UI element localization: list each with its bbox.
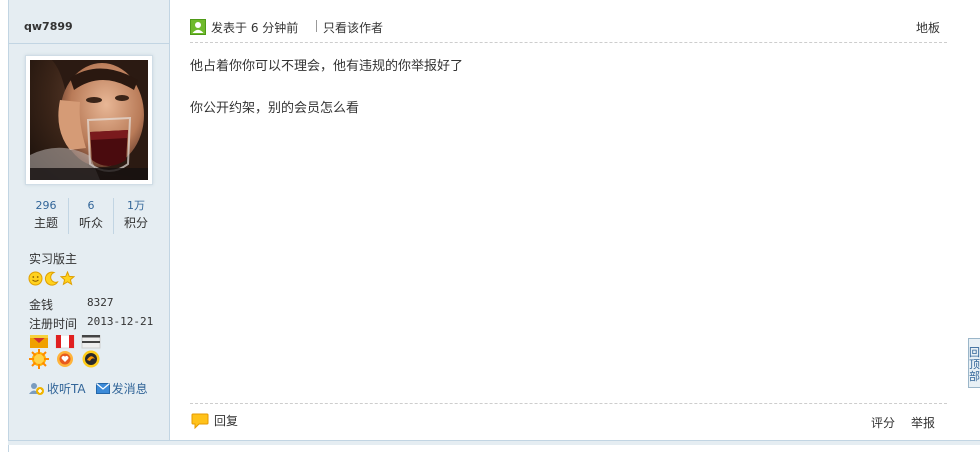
author-stats: 296 主题 6 听众 1万 积分 xyxy=(24,198,158,234)
post-footer-actions: 评分 举报 xyxy=(871,414,935,431)
reply-button[interactable]: 回复 xyxy=(191,412,238,429)
back-to-top-button[interactable]: 回顶部 xyxy=(968,338,980,388)
moon-icon xyxy=(44,271,59,286)
post-line-1: 他占着你你可以不理会，他有违规的你举报好了 xyxy=(190,59,464,74)
author-role[interactable]: 实习版主 xyxy=(29,250,77,267)
follow-users-icon xyxy=(29,382,44,395)
report-link[interactable]: 举报 xyxy=(911,414,935,431)
stat-followers-value[interactable]: 6 xyxy=(69,198,113,214)
only-author-link[interactable]: 只看该作者 xyxy=(323,19,383,36)
medal-list xyxy=(29,334,101,371)
post-line-2: 你公开约架，别的会员怎么看 xyxy=(190,101,360,116)
envelope-icon xyxy=(95,383,110,394)
speech-bubble-icon xyxy=(191,413,209,429)
online-status-icon xyxy=(190,19,206,35)
author-actions: 收听TA 发消息 xyxy=(29,380,148,397)
medal-sun-icon[interactable] xyxy=(29,335,49,371)
register-date-value: 2013-12-21 xyxy=(87,315,154,328)
sidebar-divider xyxy=(9,43,169,44)
author-sidebar: qw7899 296 主题 6 听众 1万 积分 实习版主 金钱 8327 注册… xyxy=(9,0,170,440)
stat-topics-value[interactable]: 296 xyxy=(24,198,68,214)
post-time: 发表于 6 分钟前 xyxy=(211,21,299,35)
follow-button[interactable]: 收听TA xyxy=(29,380,86,397)
sun-icon xyxy=(28,271,43,286)
money-value: 8327 xyxy=(87,296,114,309)
footer-divider xyxy=(190,403,947,404)
stat-topics[interactable]: 296 主题 xyxy=(24,198,68,234)
stat-points-value[interactable]: 1万 xyxy=(114,198,158,214)
stat-topics-label: 主题 xyxy=(33,216,58,230)
post-floor-label[interactable]: 地板 xyxy=(916,19,940,36)
forum-post-page: qw7899 296 主题 6 听众 1万 积分 实习版主 金钱 8327 注册… xyxy=(0,0,980,452)
stat-followers-label: 听众 xyxy=(78,216,103,230)
send-message-label[interactable]: 发消息 xyxy=(112,380,148,397)
reply-label[interactable]: 回复 xyxy=(214,412,238,429)
rate-link[interactable]: 评分 xyxy=(871,414,895,431)
star-icon xyxy=(59,270,76,286)
send-message-button[interactable]: 发消息 xyxy=(95,380,148,397)
medal-heart-icon[interactable] xyxy=(55,334,75,371)
stat-points-label: 积分 xyxy=(123,216,148,230)
money-label: 金钱 xyxy=(29,298,54,312)
avatar[interactable] xyxy=(25,55,153,185)
author-username[interactable]: qw7899 xyxy=(24,20,73,33)
post-header: 发表于 6 分钟前 只看该作者 地板 xyxy=(190,18,950,36)
header-divider xyxy=(190,42,947,43)
stat-followers[interactable]: 6 听众 xyxy=(68,198,113,234)
header-separator xyxy=(316,20,317,32)
medal-dragon-icon[interactable] xyxy=(81,334,101,371)
money-row: 金钱 8327 xyxy=(29,296,114,313)
register-date-label: 注册时间 xyxy=(29,317,78,331)
follow-label[interactable]: 收听TA xyxy=(47,380,86,397)
post-content: 他占着你你可以不理会，他有违规的你举报好了 你公开约架，别的会员怎么看 xyxy=(190,57,930,141)
rank-icons xyxy=(28,270,76,286)
register-date-row: 注册时间 2013-12-21 xyxy=(29,315,153,332)
post-bottom-bar xyxy=(8,440,980,445)
stat-points[interactable]: 1万 积分 xyxy=(113,198,158,234)
avatar-image xyxy=(30,60,148,180)
